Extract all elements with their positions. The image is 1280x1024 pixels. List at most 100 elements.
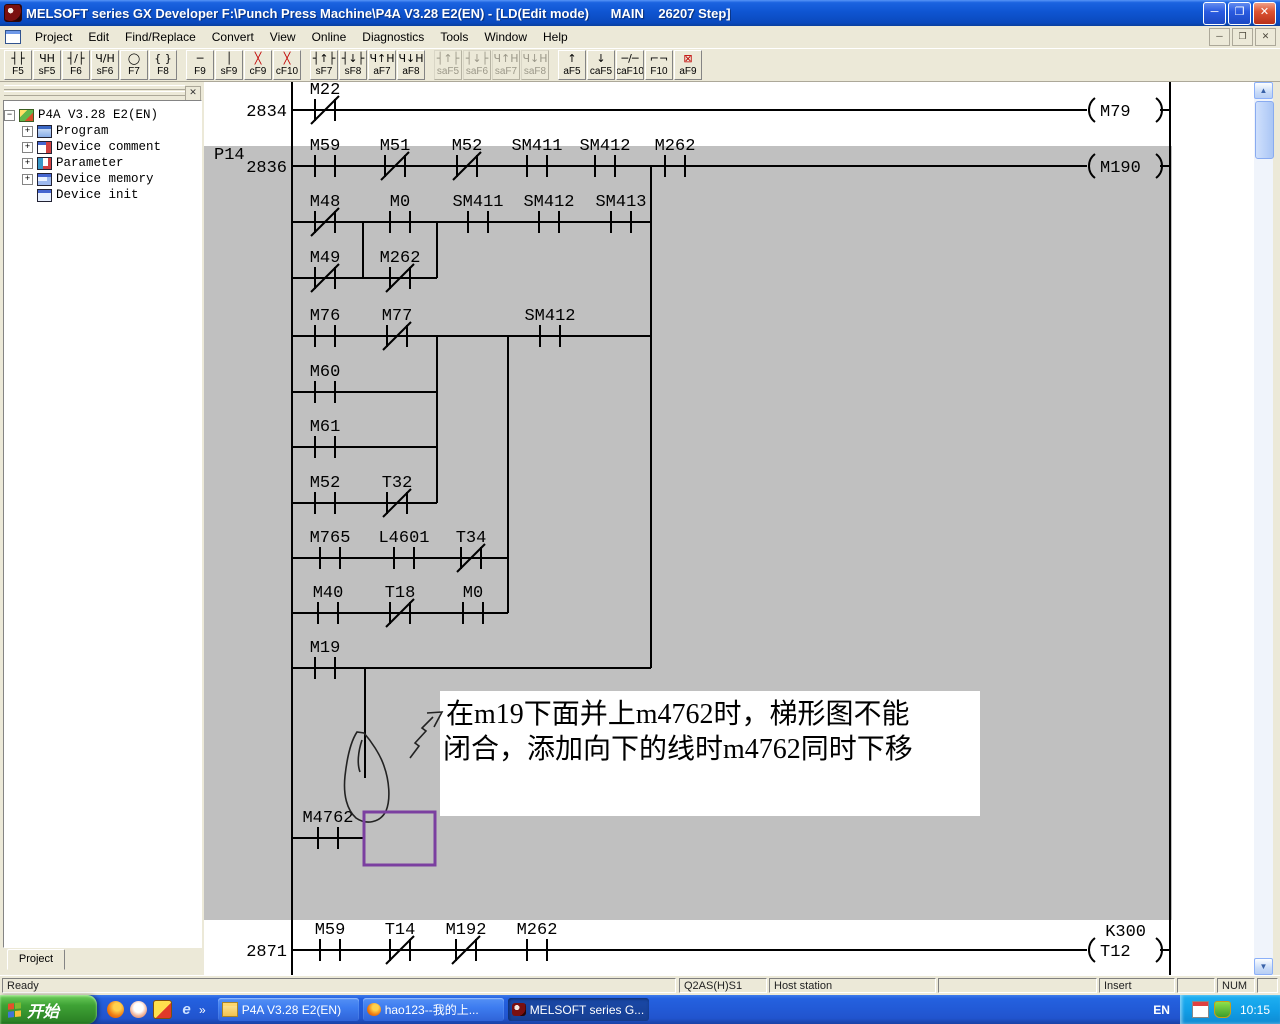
parallel-open-contact-button[interactable]: ЧНsF5 xyxy=(33,50,61,80)
falling-pulse-closed-contact-icon: ┤↓├ xyxy=(466,53,488,66)
application-instruction-button[interactable]: { }F8 xyxy=(149,50,177,80)
menu-edit[interactable]: Edit xyxy=(80,27,117,47)
horizontal-line-branch-icon: ⌐¬ xyxy=(650,53,668,66)
contact-label: SM412 xyxy=(523,193,574,212)
taskbar-task-melsoft-series-g[interactable]: MELSOFT series G... xyxy=(508,998,649,1021)
parallel-closed-contact-button[interactable]: Ч/НsF6 xyxy=(91,50,119,80)
menu-help[interactable]: Help xyxy=(535,27,576,47)
parallel-falling-pulse-contact-button[interactable]: Ч↓НaF8 xyxy=(397,50,425,80)
coil-icon: ◯ xyxy=(128,53,140,66)
scroll-up-button[interactable]: ▲ xyxy=(1254,82,1273,99)
contact-label: SM411 xyxy=(452,193,503,212)
collapse-icon[interactable]: − xyxy=(4,110,15,121)
menu-window[interactable]: Window xyxy=(476,27,535,47)
ladder-coil-M79[interactable]: M79 xyxy=(1089,98,1170,122)
vertical-line-button[interactable]: │sF9 xyxy=(215,50,243,80)
status-bar: Ready Q2AS(H)S1 Host station Insert NUM xyxy=(0,975,1280,996)
vertical-scrollbar[interactable]: ▲ ▼ xyxy=(1254,82,1273,975)
scroll-down-button[interactable]: ▼ xyxy=(1254,958,1273,975)
annotation-line-1: 在m19下面并上m4762时，梯形图不能 xyxy=(446,698,910,730)
delete-vertical-line-button[interactable]: ╳cF10 xyxy=(273,50,301,80)
minimize-button[interactable]: ─ xyxy=(1203,2,1226,25)
menu-online[interactable]: Online xyxy=(304,27,355,47)
open-contact-button[interactable]: ┤├F5 xyxy=(4,50,32,80)
panel-close-icon[interactable]: ✕ xyxy=(185,86,201,101)
contact-label: T18 xyxy=(385,584,416,603)
panel-grab-handle[interactable] xyxy=(4,85,185,90)
expand-icon[interactable]: + xyxy=(22,142,33,153)
taskbar-task-p4a-v3-28-e2-en[interactable]: P4A V3.28 E2(EN) xyxy=(218,998,359,1021)
coil-button[interactable]: ◯F7 xyxy=(120,50,148,80)
ladder-contact-M22[interactable]: M22 xyxy=(310,82,341,124)
language-indicator[interactable]: EN xyxy=(1143,1003,1180,1017)
tree-item-parameter[interactable]: +Parameter xyxy=(4,155,201,171)
menu-convert[interactable]: Convert xyxy=(204,27,262,47)
toolbar-key-label: caF10 xyxy=(616,66,644,77)
child-restore-button[interactable]: ❐ xyxy=(1232,28,1253,46)
panel-grab-handle[interactable] xyxy=(4,91,185,96)
scroll-thumb[interactable] xyxy=(1255,101,1274,159)
update-shield-icon[interactable] xyxy=(1214,1001,1231,1018)
close-button[interactable]: ✕ xyxy=(1253,2,1276,25)
restore-button[interactable]: ❐ xyxy=(1228,2,1251,25)
start-button[interactable]: 开始 xyxy=(0,995,97,1024)
horizontal-line-branch-button[interactable]: ⌐¬F10 xyxy=(645,50,673,80)
horizontal-line-button[interactable]: ─F9 xyxy=(186,50,214,80)
menu-find-replace[interactable]: Find/Replace xyxy=(117,27,204,47)
horizontal-line-icon: ─ xyxy=(197,53,204,66)
quicklaunch-messenger-icon[interactable] xyxy=(130,1001,147,1018)
rising-pulse-closed-contact-button: ┤↑├saF5 xyxy=(434,50,462,80)
menu-tools[interactable]: Tools xyxy=(432,27,476,47)
tree-item-device-memory[interactable]: +Device memory xyxy=(4,171,201,187)
toolbar-key-label: caF5 xyxy=(590,66,612,77)
quicklaunch-ie-icon[interactable]: e xyxy=(178,1001,195,1018)
contact-label: M192 xyxy=(446,921,487,940)
closed-contact-button[interactable]: ┤/├F6 xyxy=(62,50,90,80)
ladder-contact-M192[interactable]: M192 xyxy=(446,921,487,964)
toolbar-key-label: F7 xyxy=(128,66,140,77)
taskbar-task-hao123[interactable]: hao123--我的上... xyxy=(363,998,504,1021)
contact-label: M22 xyxy=(310,82,341,100)
quicklaunch-firefox-icon[interactable] xyxy=(107,1001,124,1018)
toolbar-group: ↑aF5↓caF5─/─caF10⌐¬F10⊠aF9 xyxy=(558,50,703,80)
rung-step-number: 2836 xyxy=(246,159,287,178)
parallel-open-contact-icon: ЧН xyxy=(39,53,55,66)
ladder-contact-M59[interactable]: M59 xyxy=(315,921,346,961)
delete-horizontal-line-button[interactable]: ╳cF9 xyxy=(244,50,272,80)
menu-project[interactable]: Project xyxy=(27,27,80,47)
falling-pulse-contact-button[interactable]: ┤↓├sF8 xyxy=(339,50,367,80)
menu-diagnostics[interactable]: Diagnostics xyxy=(354,27,432,47)
rising-pulse-instruction-button[interactable]: ↑aF5 xyxy=(558,50,586,80)
ladder-contact-M262[interactable]: M262 xyxy=(517,921,558,961)
tree-item-program[interactable]: +Program xyxy=(4,123,201,139)
tree-item-p4a-v3-28-e2-en[interactable]: −P4A V3.28 E2(EN) xyxy=(4,107,201,123)
ladder-edit-area[interactable]: M22M59M51M52SM411SM412M262M48M0SM411SM41… xyxy=(204,82,1254,975)
parallel-rising-pulse-contact-button[interactable]: Ч↑НaF7 xyxy=(368,50,396,80)
child-close-button[interactable]: ✕ xyxy=(1255,28,1276,46)
child-minimize-button[interactable]: ─ xyxy=(1209,28,1230,46)
calendar-tray-icon[interactable] xyxy=(1192,1001,1209,1018)
tree-item-device-init[interactable]: Device init xyxy=(4,187,201,203)
expand-icon[interactable]: + xyxy=(22,174,33,185)
tab-project[interactable]: Project xyxy=(7,949,65,970)
contact-label: M76 xyxy=(310,307,341,326)
expand-icon[interactable]: + xyxy=(22,158,33,169)
expand-icon[interactable]: + xyxy=(22,126,33,137)
rising-pulse-closed-contact-icon: ┤↑├ xyxy=(437,53,459,66)
quicklaunch-overflow-chevron[interactable]: » xyxy=(199,1003,206,1017)
contact-label: T32 xyxy=(382,474,413,493)
delete-rung-button[interactable]: ⊠aF9 xyxy=(674,50,702,80)
menu-view[interactable]: View xyxy=(262,27,304,47)
falling-pulse-instruction-button[interactable]: ↓caF5 xyxy=(587,50,615,80)
invert-operation-result-button[interactable]: ─/─caF10 xyxy=(616,50,644,80)
coil-label: M79 xyxy=(1100,103,1131,122)
rising-pulse-contact-button[interactable]: ┤↑├sF7 xyxy=(310,50,338,80)
ladder-coil-T12[interactable]: T12K300 xyxy=(1089,923,1170,962)
ladder-editor[interactable]: M22M59M51M52SM411SM412M262M48M0SM411SM41… xyxy=(204,82,1254,975)
quicklaunch-viewer-icon[interactable] xyxy=(153,1000,172,1019)
tree-item-device-comment[interactable]: +Device comment xyxy=(4,139,201,155)
contact-label: M262 xyxy=(380,249,421,268)
ladder-contact-T14[interactable]: T14 xyxy=(385,921,416,964)
taskbar-clock[interactable]: 10:15 xyxy=(1240,1003,1270,1017)
toolbar-key-label: aF8 xyxy=(402,66,419,77)
